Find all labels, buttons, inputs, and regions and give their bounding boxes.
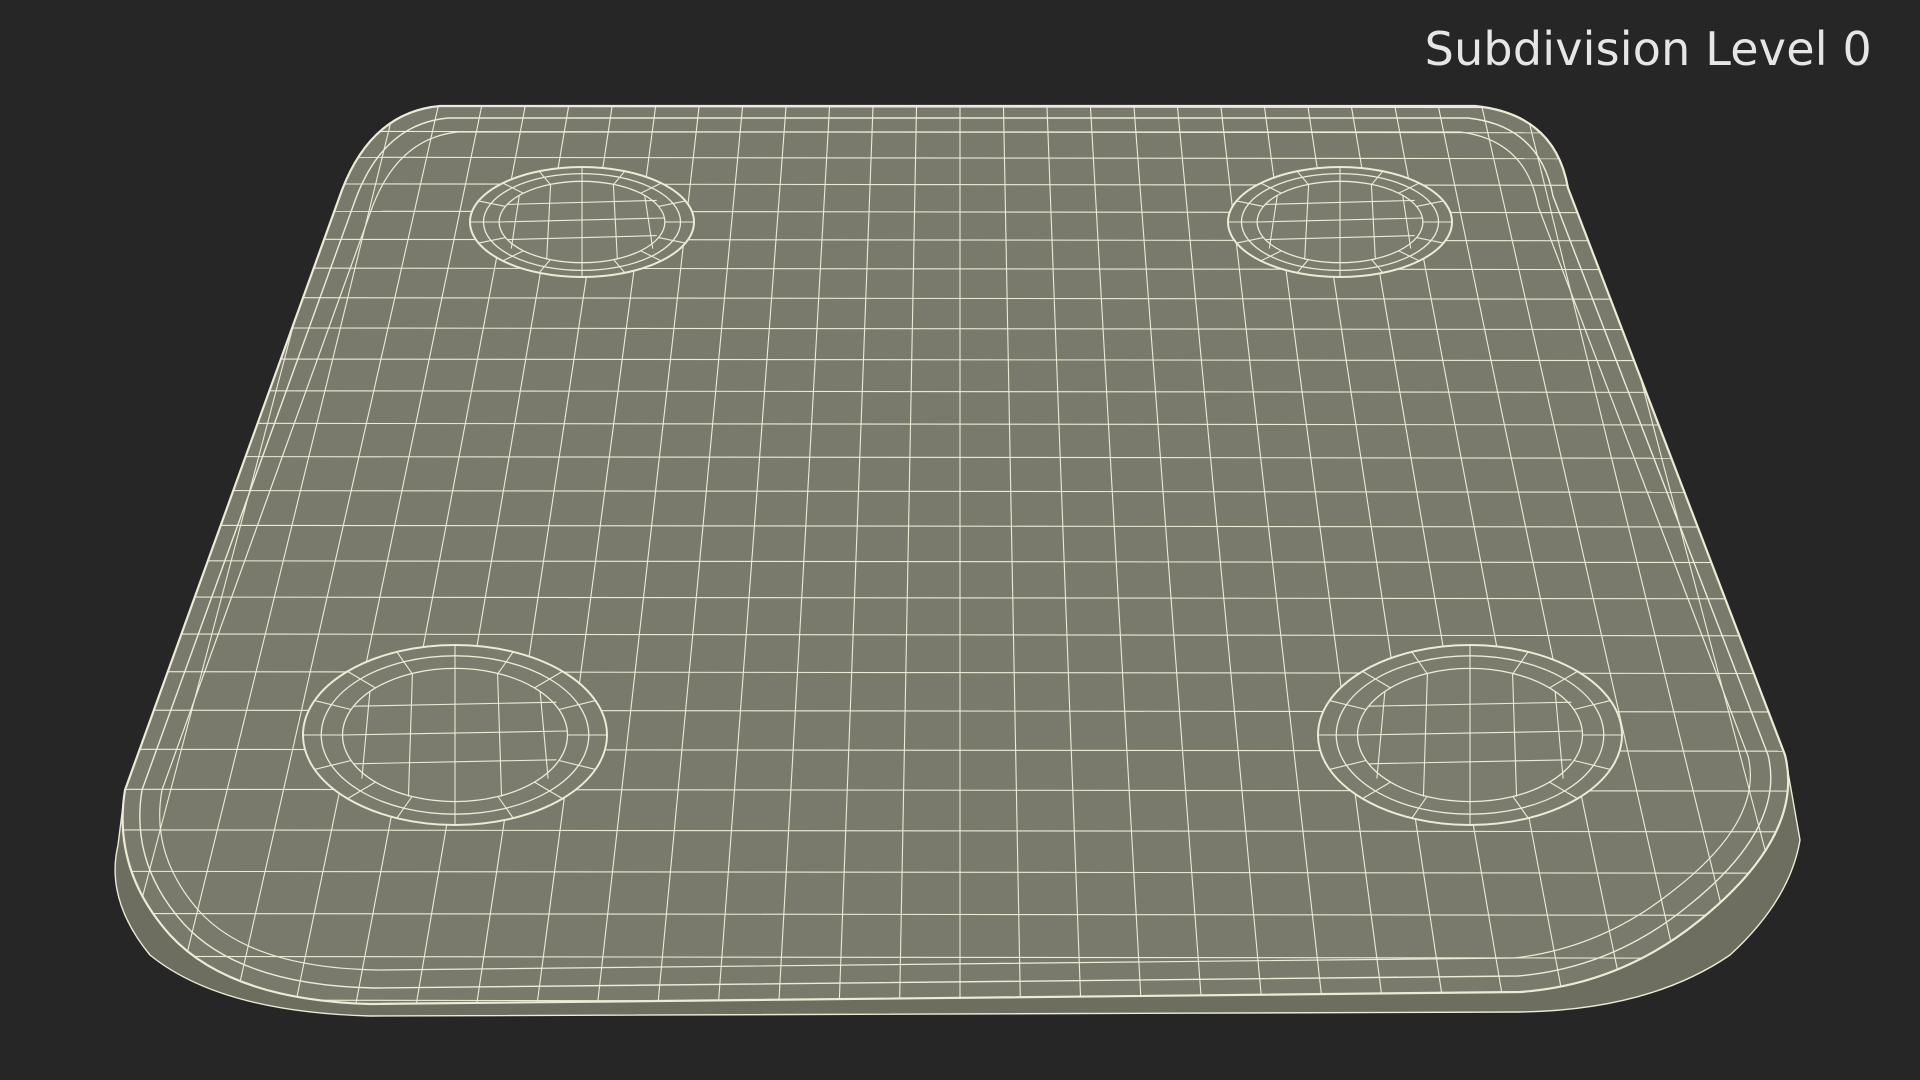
wireframe-model: [114, 104, 1801, 1017]
subdivision-level-label: Subdivision Level 0: [1424, 22, 1872, 76]
foot-back-right: [1227, 166, 1453, 278]
foot-front-left: [302, 644, 608, 826]
foot-back-left: [469, 166, 695, 278]
viewport-3d[interactable]: [0, 0, 1920, 1080]
foot-front-right: [1317, 644, 1623, 826]
